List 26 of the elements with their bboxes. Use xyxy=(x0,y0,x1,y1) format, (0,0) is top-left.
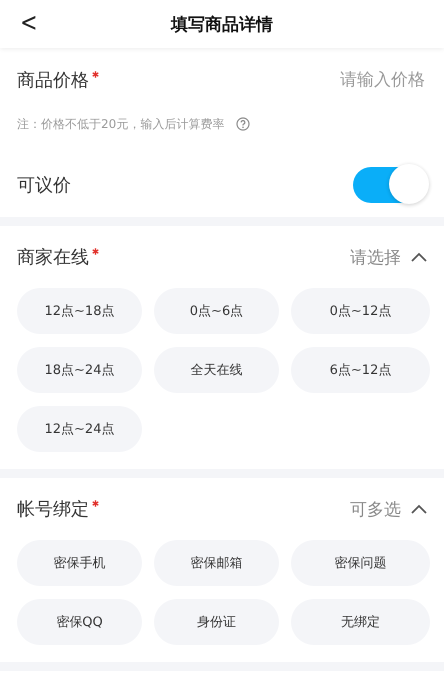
chevron-icon[interactable] xyxy=(411,504,427,514)
negotiable-switch[interactable] xyxy=(353,167,427,203)
section-hint: 请选择 xyxy=(350,246,401,268)
option-chip[interactable]: 6点~12点 xyxy=(291,347,430,393)
option-chip[interactable]: 全天在线 xyxy=(154,347,279,393)
option-chip[interactable]: 密保问题 xyxy=(291,540,430,586)
option-chip[interactable]: 0点~6点 xyxy=(154,288,279,334)
option-chip[interactable]: 密保手机 xyxy=(17,540,142,586)
page-title: 填写商品详情 xyxy=(171,14,273,36)
option-chip[interactable]: 身份证 xyxy=(154,599,279,645)
help-icon[interactable] xyxy=(236,117,250,131)
section-hint: 可多选 xyxy=(350,498,401,520)
field-label: 商品价格 xyxy=(17,68,99,92)
chevron-icon[interactable] xyxy=(411,252,427,262)
option-chip[interactable]: 18点~24点 xyxy=(17,347,142,393)
option-chip[interactable]: 密保邮箱 xyxy=(154,540,279,586)
section-label: 帐号绑定 xyxy=(17,497,99,521)
negotiable-label: 可议价 xyxy=(17,174,71,197)
section-label: 商家在线 xyxy=(17,245,99,269)
price-note: 注：价格不低于20元，输入后计算费率 xyxy=(17,116,224,132)
option-chip[interactable]: 无绑定 xyxy=(291,599,430,645)
option-chip[interactable]: 0点~12点 xyxy=(291,288,430,334)
option-chip[interactable]: 密保QQ xyxy=(17,599,142,645)
option-chip[interactable]: 12点~24点 xyxy=(17,406,142,452)
back-button[interactable]: < xyxy=(16,8,41,38)
option-chip[interactable]: 12点~18点 xyxy=(17,288,142,334)
